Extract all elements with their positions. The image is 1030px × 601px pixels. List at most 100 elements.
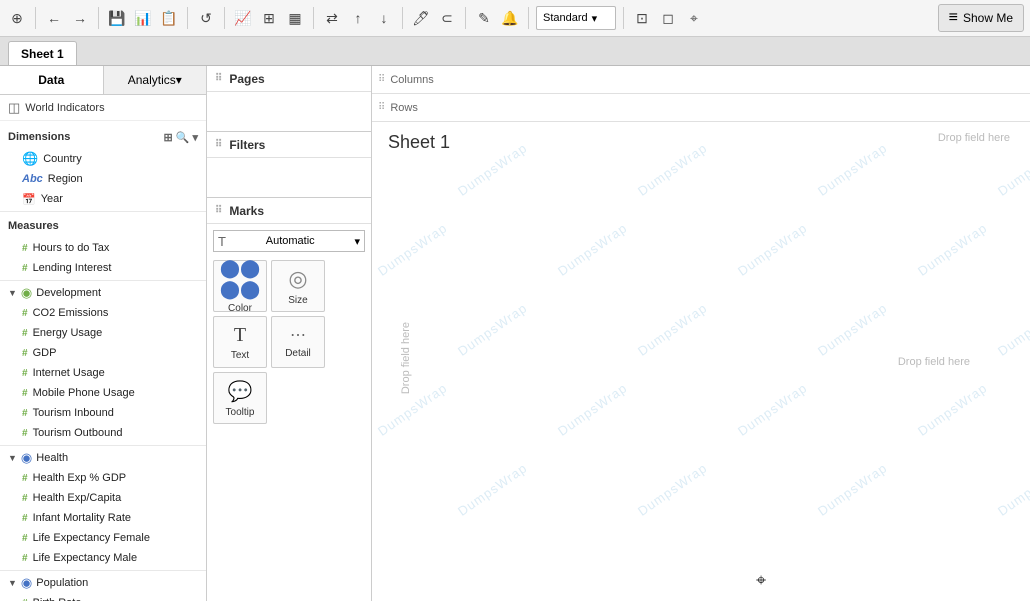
pages-drag-handle: ⠿: [215, 73, 222, 84]
sheet-title: Sheet 1: [388, 132, 450, 153]
drop-zone-top-label: Drop field here: [938, 132, 1010, 144]
field-energy[interactable]: # Energy Usage: [0, 323, 206, 343]
group-health[interactable]: ▼ ◉ Health: [0, 448, 206, 468]
sheet-tab[interactable]: Sheet 1: [8, 41, 77, 65]
field-birth-label: Birth Rate: [33, 597, 82, 601]
refresh-icon[interactable]: ↺: [195, 7, 217, 29]
marks-type-dropdown[interactable]: T Automatic ▾: [213, 230, 365, 252]
measures-label: Measures: [8, 220, 59, 232]
share-icon[interactable]: ⌖: [683, 7, 705, 29]
field-tourism-in-label: Tourism Inbound: [33, 407, 114, 419]
marks-tooltip-btn[interactable]: 💬 Tooltip: [213, 372, 267, 424]
field-life-female[interactable]: # Life Expectancy Female: [0, 528, 206, 548]
tooltip-icon: 💬: [228, 379, 253, 404]
save-icon[interactable]: 💾: [106, 7, 128, 29]
cursor: ⌖: [756, 570, 766, 591]
group-health-label: Health: [36, 452, 68, 464]
show-me-button[interactable]: ≡ Show Me: [938, 4, 1024, 32]
marks-color-label: Color: [228, 303, 252, 314]
group-icon[interactable]: ⊂: [436, 7, 458, 29]
marks-detail-btn[interactable]: ⋯ Detail: [271, 316, 325, 368]
toolbar-separator-8: [623, 7, 624, 29]
toolbar: ⊕ ← → 💾 📊 📋 ↺ 📈 ⊞ ▦ ⇄ ↑ ↓ 🖊 ⊂ ✎ 🔔 Standa…: [0, 0, 1030, 37]
swap-icon[interactable]: ⇄: [321, 7, 343, 29]
field-life-male[interactable]: # Life Expectancy Male: [0, 548, 206, 568]
highlight-icon[interactable]: 🖊: [410, 7, 432, 29]
field-internet[interactable]: # Internet Usage: [0, 363, 206, 383]
toolbar-separator-2: [187, 7, 188, 29]
text-T-icon: T: [234, 324, 246, 347]
field-tourism-in[interactable]: # Tourism Inbound: [0, 403, 206, 423]
show-me-label: Show Me: [963, 11, 1013, 25]
rows-shelf: ⠿ Rows: [372, 94, 1030, 122]
field-mobile[interactable]: # Mobile Phone Usage: [0, 383, 206, 403]
field-health-capita[interactable]: # Health Exp/Capita: [0, 488, 206, 508]
search-icon[interactable]: 🔍: [176, 131, 190, 144]
field-lending-interest[interactable]: # Lending Interest: [0, 258, 206, 278]
hash-icon-green-2: #: [22, 263, 28, 274]
chevron-down-health: ▼: [8, 453, 17, 463]
middle-panel: ⠿ Pages ⠿ Filters ⠿ Marks T Automatic ▾: [207, 66, 372, 601]
new-sheet-icon[interactable]: 📋: [158, 7, 180, 29]
field-infant[interactable]: # Infant Mortality Rate: [0, 508, 206, 528]
fit-icon[interactable]: ⊡: [631, 7, 653, 29]
bar-chart-icon[interactable]: ▦: [284, 7, 306, 29]
hash-gdp: #: [22, 348, 28, 359]
toolbar-separator: [98, 7, 99, 29]
field-year[interactable]: 📅 Year: [0, 189, 206, 209]
standard-dropdown[interactable]: Standard ▾: [536, 6, 616, 30]
field-list: Dimensions ⊞ 🔍 ▾ 🌐 Country Abc Region 📅: [0, 121, 206, 601]
home-icon[interactable]: ⊕: [6, 7, 28, 29]
sort-asc-icon[interactable]: ↑: [347, 7, 369, 29]
calendar-icon: 📅: [22, 193, 36, 206]
story-icon[interactable]: ◻: [657, 7, 679, 29]
toolbar-separator-5: [402, 7, 403, 29]
field-co2[interactable]: # CO2 Emissions: [0, 303, 206, 323]
table-icon[interactable]: ⊞: [258, 7, 280, 29]
standard-dropdown-arrow: ▾: [592, 12, 598, 25]
label-icon[interactable]: ✎: [473, 7, 495, 29]
field-region[interactable]: Abc Region: [0, 169, 206, 189]
pop-group-icon: ◉: [21, 575, 32, 591]
grid-icon[interactable]: ⊞: [164, 131, 173, 144]
field-hours-to-do-tax[interactable]: # Hours to do Tax: [0, 238, 206, 258]
toolbar-separator-4: [313, 7, 314, 29]
dimensions-menu-icon[interactable]: ▾: [192, 131, 198, 144]
show-me-icon: ≡: [949, 9, 958, 27]
back-icon[interactable]: ←: [43, 7, 65, 29]
marks-title: ⠿ Marks: [207, 198, 371, 224]
rows-drag-handle: ⠿: [378, 102, 385, 113]
hash-tourism-out: #: [22, 428, 28, 439]
marks-size-btn[interactable]: ◎ Size: [271, 260, 325, 312]
hash-infant: #: [22, 513, 28, 524]
tab-data[interactable]: Data: [0, 66, 104, 94]
field-tourism-out-label: Tourism Outbound: [33, 427, 123, 439]
field-health-gdp[interactable]: # Health Exp % GDP: [0, 468, 206, 488]
filters-section: [207, 158, 371, 198]
field-birth-rate[interactable]: # Birth Rate: [0, 593, 206, 601]
drop-zone-left-label: Drop field here: [400, 322, 412, 394]
data-source-icon[interactable]: 📊: [132, 7, 154, 29]
filters-label: Filters: [229, 138, 265, 152]
hash-mobile: #: [22, 388, 28, 399]
chart-icon[interactable]: 📈: [232, 7, 254, 29]
marks-text-btn[interactable]: T Text: [213, 316, 267, 368]
group-population[interactable]: ▼ ◉ Population: [0, 573, 206, 593]
forward-icon[interactable]: →: [69, 7, 91, 29]
field-country[interactable]: 🌐 Country: [0, 149, 206, 169]
divider-3: [0, 445, 206, 446]
pages-section: [207, 92, 371, 132]
marks-color-btn[interactable]: ⬤⬤⬤⬤ Color: [213, 260, 267, 312]
group-development[interactable]: ▼ ◉ Development: [0, 283, 206, 303]
dimensions-header-icons: ⊞ 🔍 ▾: [164, 131, 198, 144]
standard-dropdown-label: Standard: [543, 12, 588, 24]
field-tourism-out[interactable]: # Tourism Outbound: [0, 423, 206, 443]
field-health-capita-label: Health Exp/Capita: [33, 492, 122, 504]
pages-title: ⠿ Pages: [207, 66, 371, 92]
tooltip2-icon[interactable]: 🔔: [499, 7, 521, 29]
drop-zone-top: Drop field here: [938, 132, 1010, 144]
toolbar-separator-6: [465, 7, 466, 29]
field-gdp[interactable]: # GDP: [0, 343, 206, 363]
sort-desc-icon[interactable]: ↓: [373, 7, 395, 29]
tab-analytics[interactable]: Analytics ▾: [104, 66, 207, 94]
